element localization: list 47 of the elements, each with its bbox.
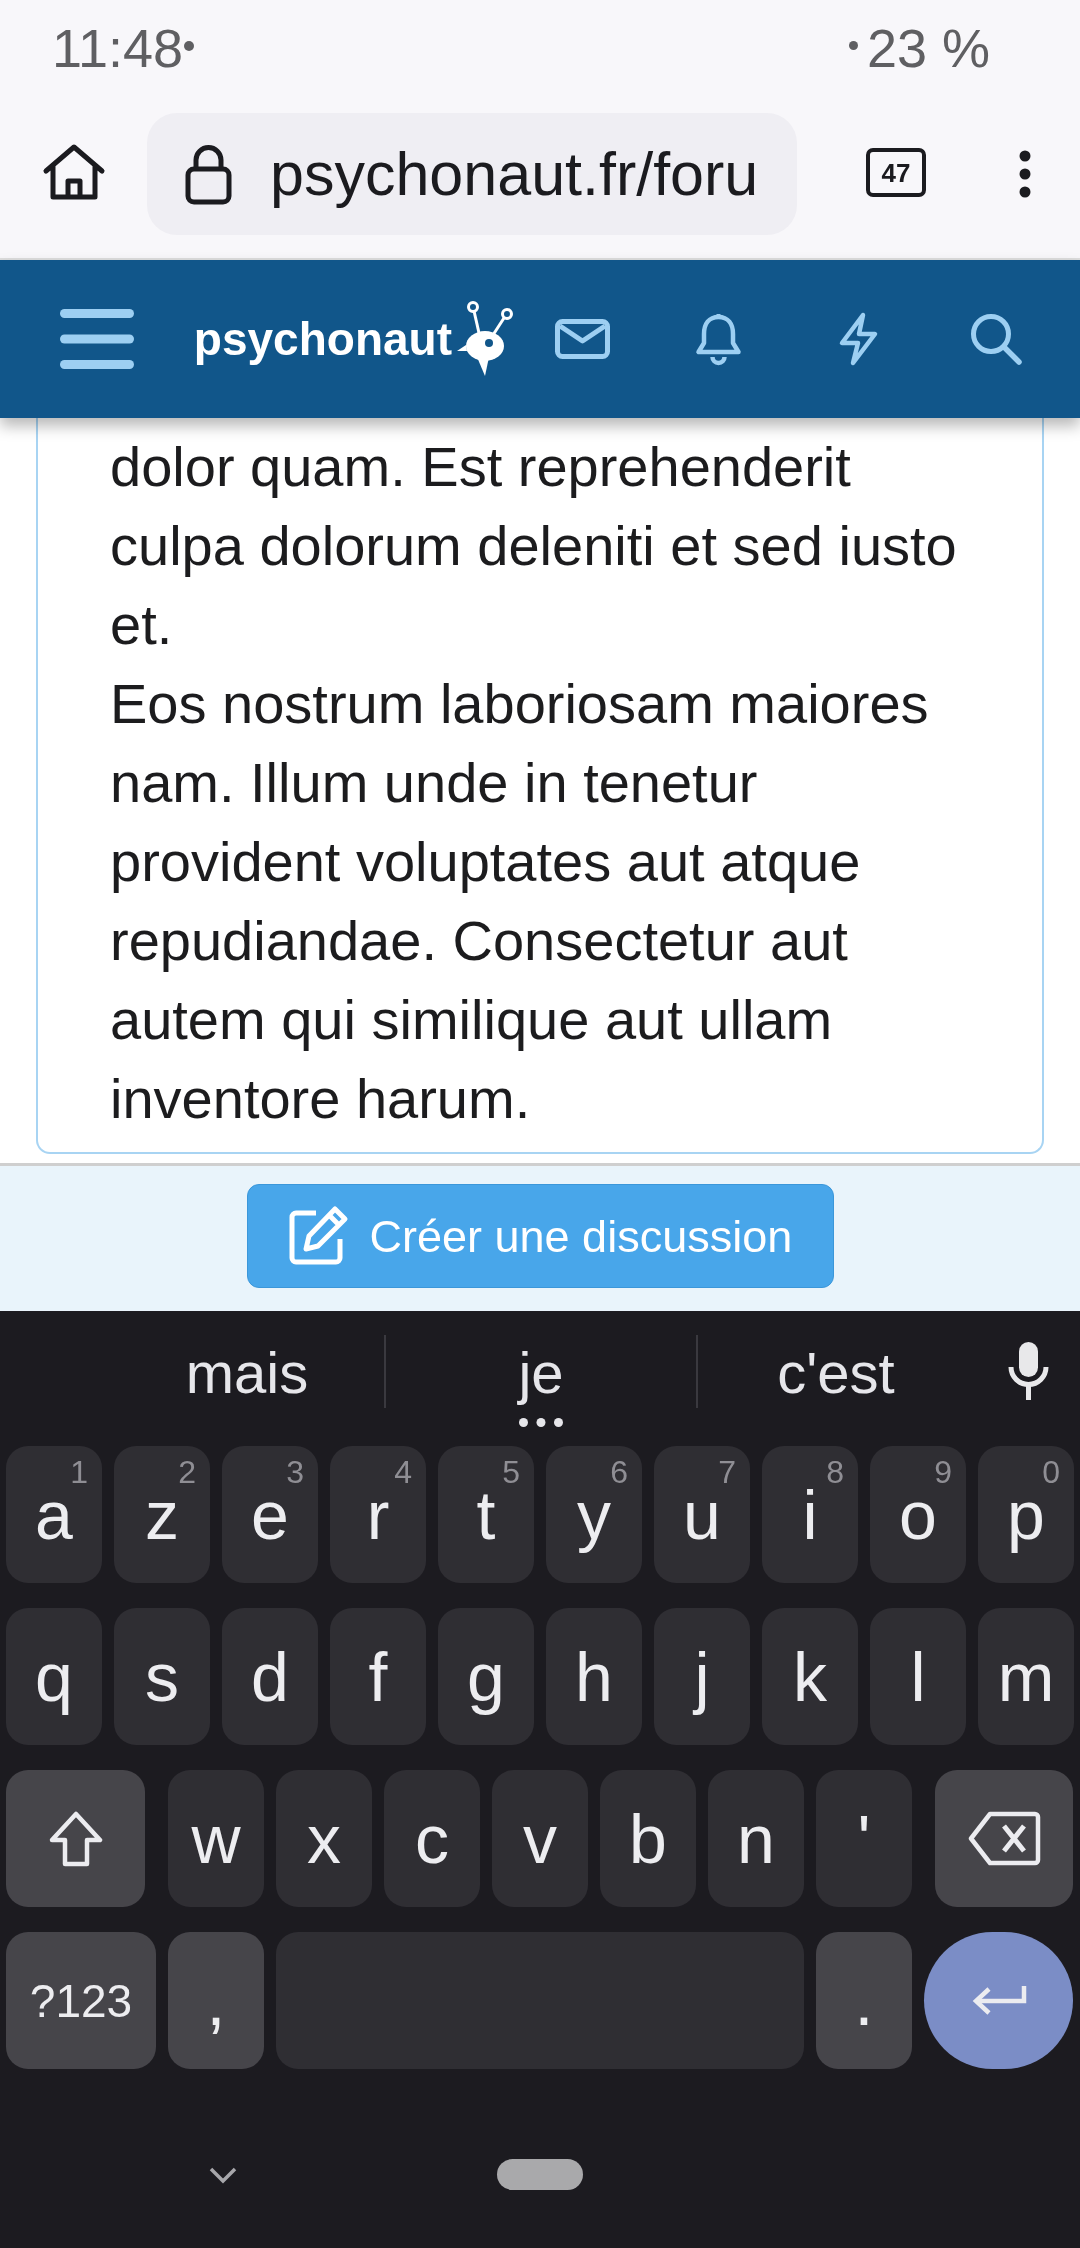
shift-key[interactable] — [6, 1770, 145, 1907]
envelope-icon[interactable] — [555, 319, 610, 359]
letter-key[interactable]: j — [654, 1608, 750, 1745]
letter-key[interactable]: b — [600, 1770, 696, 1907]
home-icon[interactable] — [42, 143, 106, 201]
navigation-handle[interactable] — [497, 2159, 583, 2190]
letter-key[interactable]: m — [978, 1608, 1074, 1745]
battery-level: 23 % — [866, 20, 990, 75]
letter-key[interactable]: d — [222, 1608, 318, 1745]
creature-logo-icon[interactable] — [455, 301, 515, 377]
chevron-down-icon[interactable] — [208, 2165, 238, 2184]
suggestion[interactable]: mais — [185, 1344, 309, 1402]
tab-count-button[interactable]: 47 — [866, 148, 926, 197]
notification-dot-icon — [184, 40, 195, 51]
letter-key[interactable]: ' — [816, 1770, 912, 1907]
letter-key[interactable]: h — [546, 1608, 642, 1745]
letter-key[interactable]: c — [384, 1770, 480, 1907]
notification-dot-icon — [848, 41, 858, 50]
backspace-icon — [967, 1811, 1041, 1866]
letter-key[interactable]: x — [276, 1770, 372, 1907]
letter-key[interactable]: f — [330, 1608, 426, 1745]
microphone-icon[interactable] — [1007, 1340, 1050, 1402]
enter-icon — [970, 1983, 1027, 2018]
lock-icon — [185, 143, 232, 205]
address-bar[interactable]: psychonaut.fr/foru — [147, 113, 797, 235]
backspace-key[interactable] — [935, 1770, 1073, 1907]
more-menu-icon[interactable] — [1019, 150, 1031, 198]
punctuation-key[interactable]: , — [168, 1932, 264, 2069]
suggestion[interactable]: c'est — [777, 1344, 895, 1402]
letter-key[interactable]: n — [708, 1770, 804, 1907]
post-paragraph: Eos nostrum laboriosam maiores nam. Illum unde in tenetur provident voluptates aut atque repudiandae. Consectetur aut autem qui similique aut ullam inventore harum. — [110, 671, 930, 1132]
letter-key[interactable]: k — [762, 1608, 858, 1745]
punctuation-key[interactable]: . — [816, 1932, 912, 2069]
search-icon[interactable] — [970, 313, 1022, 365]
symbols-key[interactable]: ?123 — [6, 1932, 156, 2069]
clock-time: 11:48 — [52, 20, 184, 75]
more-dots-icon[interactable] — [519, 1418, 563, 1427]
letter-key[interactable]: g — [438, 1608, 534, 1745]
bell-icon[interactable] — [695, 312, 742, 366]
letter-key[interactable]: w — [168, 1770, 264, 1907]
menu-icon[interactable] — [60, 309, 134, 369]
letter-key[interactable]: l — [870, 1608, 966, 1745]
shift-icon — [48, 1810, 103, 1867]
letter-key[interactable]: q — [6, 1608, 102, 1745]
letter-key[interactable]: s — [114, 1608, 210, 1745]
letter-key[interactable]: v — [492, 1770, 588, 1907]
post-paragraph: dolor quam. Est reprehenderit culpa dolorum deleniti et sed iusto et. — [110, 434, 958, 658]
